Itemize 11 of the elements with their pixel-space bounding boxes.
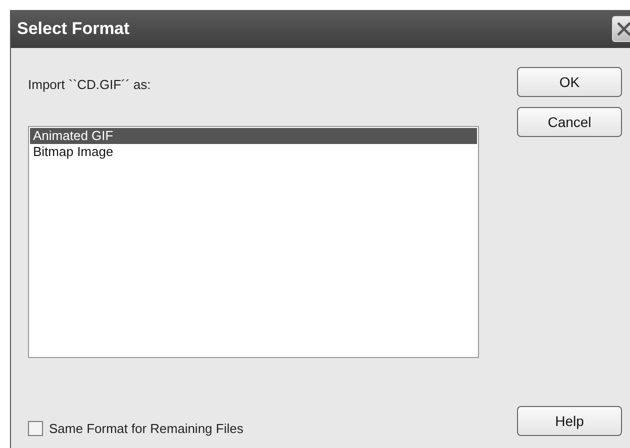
prompt-label: Import ``CD.GIF´´ as:: [28, 77, 151, 92]
format-item[interactable]: Bitmap Image: [30, 144, 477, 160]
window-title: Select Format: [17, 19, 130, 39]
help-button[interactable]: Help: [517, 406, 622, 436]
close-button[interactable]: [612, 16, 630, 42]
format-item[interactable]: Animated GIF: [30, 128, 477, 144]
checkbox-label: Same Format for Remaining Files: [49, 421, 244, 436]
checkbox[interactable]: [28, 421, 43, 436]
ok-button[interactable]: OK: [517, 67, 622, 97]
close-icon: [616, 21, 630, 37]
cancel-button[interactable]: Cancel: [517, 107, 622, 137]
